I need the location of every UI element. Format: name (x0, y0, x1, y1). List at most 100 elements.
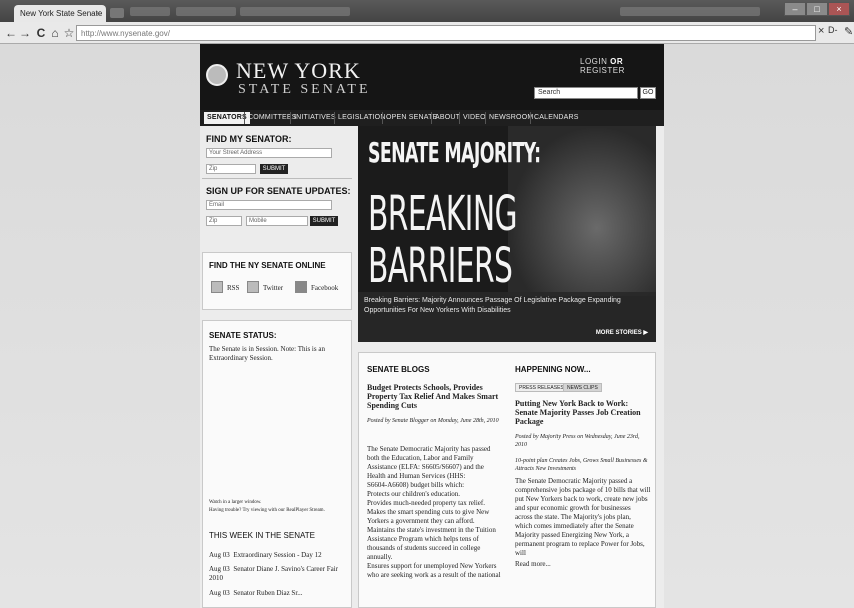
rss-icon[interactable] (211, 281, 223, 293)
browser-tab-bar: New York State Senate × – □ × (0, 0, 854, 22)
blog-line: Health and Human Services (HHS: (367, 472, 466, 480)
twitter-icon[interactable] (247, 281, 259, 293)
senate-status-text: The Senate is in Session. Note: This is … (209, 345, 325, 362)
hero-feature[interactable]: SENATE MAJORITY: BREAKING BARRIERS Break… (358, 126, 656, 342)
signup-zip-field[interactable]: Zip (206, 216, 242, 226)
site-container: NEW YORK STATE SENATE LOGIN OR REGISTER … (200, 44, 664, 608)
state-seal-icon (206, 64, 228, 86)
facebook-icon[interactable] (295, 281, 307, 293)
maximize-icon[interactable]: □ (806, 2, 828, 16)
address-bar[interactable]: http://www.nysenate.gov/ (76, 25, 816, 41)
login-link[interactable]: LOGIN (580, 57, 607, 66)
blog-line: Protects our children's education. (367, 490, 461, 498)
tab-press-releases[interactable]: PRESS RELEASES (515, 383, 568, 392)
forward-icon[interactable]: → (18, 25, 32, 41)
online-box: FIND THE NY SENATE ONLINE RSS Twitter Fa… (202, 252, 352, 310)
search-input[interactable]: Search (534, 87, 638, 99)
nav-initiatives[interactable]: INITIATIVES (290, 112, 339, 124)
happening-line: which comes immediately after the Senate (515, 522, 634, 530)
clear-icon[interactable]: × (818, 25, 824, 37)
tab-close-icon[interactable]: × (96, 8, 101, 18)
happening-line: across the state. The Majority's jobs pl… (515, 513, 631, 521)
facebook-link[interactable]: Facebook (311, 284, 338, 292)
tab-news-clips[interactable]: NEWS CLIPS (563, 383, 602, 392)
email-field[interactable]: Email (206, 200, 332, 210)
hero-line1: SENATE MAJORITY: (368, 136, 541, 169)
street-address-field[interactable]: Your Street Address (206, 148, 332, 158)
hero-line2: BREAKING (368, 186, 518, 242)
main-nav: SENATORS COMMITTEES INITIATIVES LEGISLAT… (200, 110, 664, 126)
browser-toolbar: ← → C ⌂ ☆ http://www.nysenate.gov/ × D- … (0, 22, 854, 44)
blog-line: who are seeking work as a result of the … (367, 571, 501, 579)
week-item[interactable]: Aug 03 Senator Ruben Diaz Sr... (209, 589, 349, 598)
happening-line: The Senate Democratic Majority passed a (515, 477, 633, 485)
left-forms: FIND MY SENATOR: Your Street Address Zip… (202, 126, 352, 244)
happening-headline[interactable]: Putting New York Back to Work: Senate Ma… (515, 399, 651, 426)
signup-submit-button[interactable]: SUBMIT (310, 216, 338, 226)
minimize-icon[interactable]: – (784, 2, 806, 16)
blog-line: Assistance Program which helps tens of (367, 535, 479, 543)
blurred-tab (176, 7, 236, 16)
nav-legislation[interactable]: LEGISLATION (334, 112, 389, 124)
realplayer-link[interactable]: Having trouble? Try viewing with our Rea… (209, 507, 349, 514)
register-link[interactable]: REGISTER (580, 66, 625, 75)
logo-line1[interactable]: NEW YORK (236, 58, 361, 84)
nav-calendars[interactable]: CALENDARS (530, 112, 582, 124)
blog-line: Assistance (ELFA: S6605/S6607) and the (367, 463, 484, 471)
happening-line: put New Yorkers back to work, create new… (515, 495, 648, 503)
week-item-text: Senator Ruben Diaz Sr... (233, 589, 303, 597)
senate-blogs-title: SENATE BLOGS (367, 365, 430, 374)
find-senator-submit-button[interactable]: SUBMIT (260, 164, 288, 174)
find-senator-title: FIND MY SENATOR: (206, 134, 292, 144)
happening-line: and spur economic growth for businesses (515, 504, 631, 512)
happening-line: comprehensive jobs package of 10 bills t… (515, 486, 651, 494)
blog-line: S6604-A6608) budget bills which: (367, 481, 465, 489)
blurred-tab (130, 7, 170, 16)
blog-line: Maintains the state's investment in the … (367, 526, 496, 534)
window-close-icon[interactable]: × (828, 2, 850, 16)
read-more-link[interactable]: Read more... (515, 560, 655, 569)
happening-line: Majority passed Energizing New York, a (515, 531, 629, 539)
happening-now-title: HAPPENING NOW... (515, 365, 591, 374)
divider (202, 178, 352, 179)
watch-larger-link[interactable]: Watch in a larger window. (209, 499, 349, 506)
hero-caption-text[interactable]: Breaking Barriers: Majority Announces Pa… (364, 297, 621, 314)
week-item[interactable]: Aug 03 Senator Diane J. Savino's Career … (209, 565, 349, 583)
home-icon[interactable]: ⌂ (48, 25, 62, 41)
more-stories-link[interactable]: MORE STORIES ▶ (596, 328, 648, 338)
logo-line2[interactable]: STATE SENATE (238, 82, 371, 98)
page-menu-icon[interactable]: D- (828, 25, 838, 35)
nav-newsroom[interactable]: NEWSROOM (485, 112, 536, 124)
hero-caption: Breaking Barriers: Majority Announces Pa… (358, 292, 656, 342)
back-icon[interactable]: ← (4, 25, 18, 41)
online-title: FIND THE NY SENATE ONLINE (209, 261, 326, 270)
blog-byline: Posted by Senate Blogger on Monday, June… (367, 418, 499, 424)
week-item-date: Aug 03 (209, 565, 230, 573)
blurred-tab (620, 7, 760, 16)
login-register: LOGIN OR REGISTER (580, 57, 664, 75)
browser-tab[interactable]: New York State Senate × (14, 5, 106, 22)
bookmark-star-icon[interactable]: ☆ (62, 25, 76, 41)
blog-headline[interactable]: Budget Protects Schools, Provides Proper… (367, 383, 503, 410)
happening-byline: Posted by Majority Press on Wednesday, J… (515, 434, 640, 448)
zip-field[interactable]: Zip (206, 164, 256, 174)
blog-line: Provides much-needed property tax relief… (367, 499, 485, 507)
blog-line: Yorkers a government they can afford. (367, 517, 475, 525)
senate-status-box: SENATE STATUS: The Senate is in Session.… (202, 320, 352, 608)
week-item-date: Aug 03 (209, 551, 230, 559)
search-go-button[interactable]: GO (640, 87, 656, 99)
reload-icon[interactable]: C (34, 25, 48, 41)
blog-line: Ensures support for unemployed New Yorke… (367, 562, 497, 570)
rss-link[interactable]: RSS (227, 284, 239, 292)
week-title: THIS WEEK IN THE SENATE (209, 531, 315, 540)
happening-subhead: 10-point plan Creates Jobs, Grows Small … (515, 458, 648, 472)
week-item[interactable]: Aug 03 Extraordinary Session - Day 12 (209, 551, 349, 560)
happening-line: will (515, 549, 526, 557)
nav-senators[interactable]: SENATORS (204, 112, 250, 124)
senate-status-title: SENATE STATUS: (209, 331, 277, 340)
mobile-field[interactable]: Mobile (246, 216, 308, 226)
or-text: OR (610, 57, 624, 66)
new-tab-button[interactable] (110, 8, 124, 18)
wrench-icon[interactable]: ✎ (844, 25, 853, 38)
twitter-link[interactable]: Twitter (263, 284, 283, 292)
